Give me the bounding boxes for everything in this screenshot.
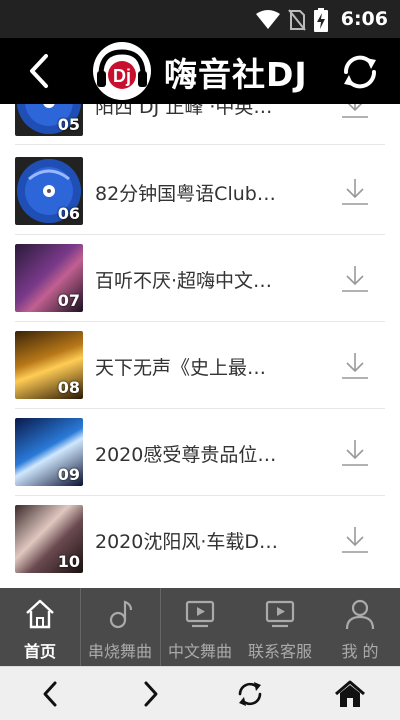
home-icon — [335, 680, 365, 707]
nav-forward-button[interactable] — [134, 678, 166, 710]
download-button[interactable] — [340, 177, 370, 207]
download-button[interactable] — [340, 104, 370, 120]
disc-thumbnail: 05 — [15, 104, 83, 136]
item-number: 10 — [57, 552, 80, 571]
disc-thumbnail: 06 — [15, 157, 83, 225]
list-item[interactable]: 05 阳西 DJ 正峰 ·中英… — [0, 104, 400, 145]
status-time: 6:06 — [340, 8, 388, 30]
wifi-icon — [256, 10, 280, 29]
download-button[interactable] — [340, 525, 370, 555]
photo-thumbnail: 08 — [15, 331, 83, 399]
status-bar: 6:06 — [0, 0, 400, 38]
download-icon — [342, 104, 368, 118]
battery-charging-icon — [314, 8, 328, 32]
tab-label: 联系客服 — [247, 642, 312, 661]
item-number: 09 — [57, 465, 80, 484]
tab-customer-service[interactable]: 联系客服 — [240, 588, 320, 666]
item-title: 阳西 DJ 正峰 ·中英… — [95, 104, 273, 118]
music-note-icon — [109, 600, 133, 629]
item-number: 08 — [57, 378, 80, 397]
chevron-left-icon — [43, 681, 57, 707]
user-icon — [345, 599, 375, 630]
nav-home-button[interactable] — [334, 678, 366, 710]
tab-label: 我 的 — [341, 642, 379, 661]
photo-thumbnail: 07 — [15, 244, 83, 312]
download-icon — [342, 179, 368, 205]
back-button[interactable] — [22, 52, 58, 90]
logo-text: Dj — [113, 66, 131, 86]
item-title: 2020沈阳风·车载D… — [95, 531, 279, 553]
download-icon — [342, 266, 368, 292]
download-icon — [342, 353, 368, 379]
nav-reload-button[interactable] — [234, 678, 266, 710]
photo-thumbnail: 10 — [15, 505, 83, 573]
list-item[interactable]: 07 百听不厌·超嗨中文… — [0, 234, 400, 322]
item-title: 百听不厌·超嗨中文… — [95, 270, 273, 292]
video-icon — [265, 600, 295, 628]
app-screen: 6:06 Dj 嗨音社DJ 05 阳西 DJ 正峰 ·中英… 06 82分钟国粤… — [0, 0, 400, 720]
tab-label: 串烧舞曲 — [87, 642, 152, 661]
title-bar: Dj 嗨音社DJ — [0, 38, 400, 104]
tab-bar: 首页 串烧舞曲 中文舞曲 联系客服 我 的 — [0, 588, 400, 666]
item-number: 05 — [57, 115, 80, 134]
app-title: 嗨音社DJ — [164, 55, 308, 94]
dj-logo: Dj — [93, 42, 151, 100]
download-button[interactable] — [340, 438, 370, 468]
item-title: 2020感受尊贵品位… — [95, 444, 277, 466]
chevron-right-icon — [144, 681, 158, 707]
item-number: 07 — [57, 291, 80, 310]
tab-profile[interactable]: 我 的 — [320, 588, 400, 666]
item-title: 82分钟国粤语Club… — [95, 183, 276, 205]
item-number: 06 — [57, 204, 80, 223]
tab-label: 中文舞曲 — [167, 642, 232, 661]
no-sim-icon — [288, 9, 306, 31]
divider — [15, 144, 385, 145]
download-button[interactable] — [340, 351, 370, 381]
download-button[interactable] — [340, 264, 370, 294]
download-icon — [342, 440, 368, 466]
download-icon — [342, 527, 368, 553]
list-item[interactable]: 10 2020沈阳风·车载D… — [0, 495, 400, 582]
video-icon — [185, 600, 215, 628]
tab-chinese-dance[interactable]: 中文舞曲 — [160, 588, 240, 666]
item-title: 天下无声《史上最… — [95, 357, 267, 379]
chevron-left-icon — [30, 54, 48, 88]
photo-thumbnail: 09 — [15, 418, 83, 486]
tab-home[interactable]: 首页 — [0, 588, 80, 666]
song-list: 05 阳西 DJ 正峰 ·中英… 06 82分钟国粤语Club… 07 百听不厌… — [0, 104, 400, 588]
status-icons — [256, 8, 328, 32]
tab-medley[interactable]: 串烧舞曲 — [80, 588, 160, 666]
list-item[interactable]: 08 天下无声《史上最… — [0, 321, 400, 409]
tab-label: 首页 — [23, 642, 56, 661]
list-item[interactable]: 09 2020感受尊贵品位… — [0, 408, 400, 496]
list-item[interactable]: 06 82分钟国粤语Club… — [0, 147, 400, 235]
nav-back-button[interactable] — [35, 678, 67, 710]
browser-nav-bar — [0, 666, 400, 720]
home-icon — [26, 599, 54, 629]
refresh-button[interactable] — [340, 52, 380, 92]
